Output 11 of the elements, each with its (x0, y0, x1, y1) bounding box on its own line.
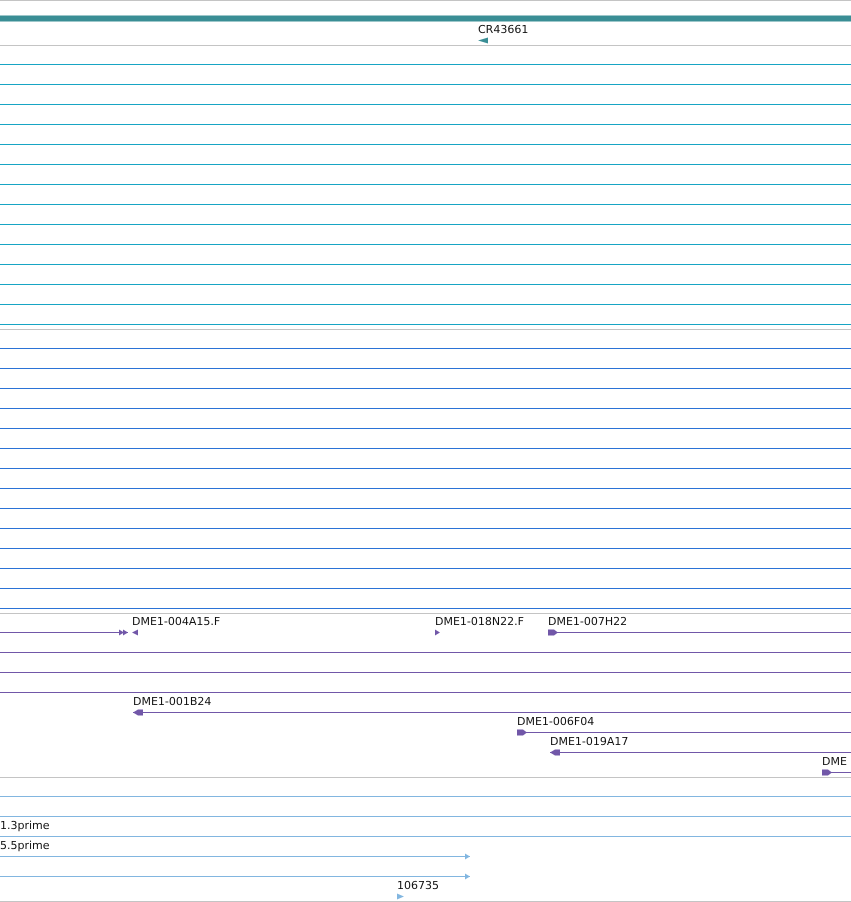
feature-label: DME1-006F04 (517, 715, 594, 728)
feature-label: DME1-018N22.F (435, 615, 524, 628)
feature-label: CR43661 (478, 23, 528, 36)
feature-label: DME (822, 755, 847, 768)
feature-label: DME1-004A15.F (132, 615, 220, 628)
feature-label: DME1-001B24 (133, 695, 212, 708)
feature-label: DME1-019A17 (550, 735, 628, 748)
feature-label: 106735 (397, 879, 439, 892)
feature-label: 5.5prime (0, 839, 50, 852)
feature-label: DME1-007H22 (548, 615, 628, 628)
feature-label: 1.3prime (0, 819, 50, 832)
